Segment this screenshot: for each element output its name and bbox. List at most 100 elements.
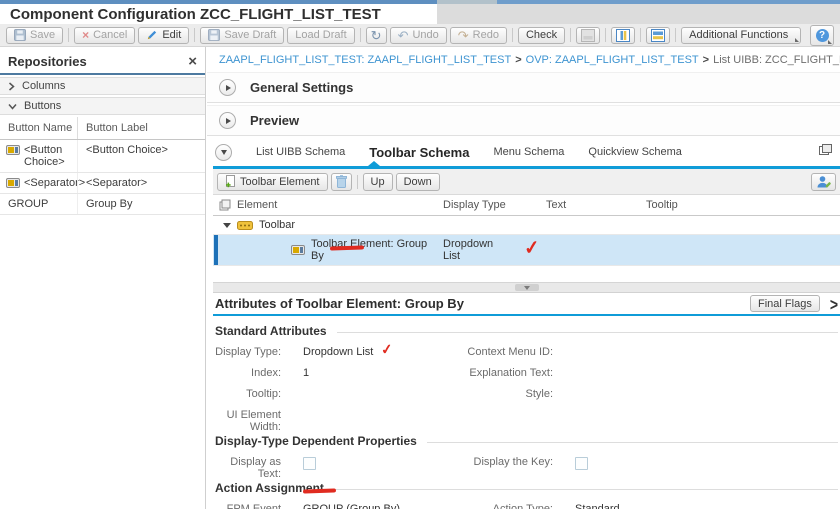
additional-functions-label: Additional Functions: [689, 29, 789, 41]
tooltip-label: Tooltip:: [246, 388, 281, 400]
add-toolbar-element-label: Toolbar Element: [240, 175, 320, 188]
check-button[interactable]: Check: [517, 26, 566, 44]
help-button[interactable]: ?: [810, 24, 834, 46]
attributes-title: Attributes of Toolbar Element: Group By: [215, 296, 464, 311]
triangle-right-icon: [226, 84, 231, 91]
display-the-key-checkbox[interactable]: [575, 457, 588, 470]
button-label: Group By: [86, 198, 133, 210]
delete-button[interactable]: [330, 172, 352, 191]
breadcrumb-link[interactable]: OVP: ZAAPL_FLIGHT_LIST_TEST: [526, 54, 699, 66]
additional-functions-button[interactable]: Additional Functions: [681, 26, 802, 44]
load-draft-button[interactable]: Load Draft: [287, 26, 355, 44]
attributes-body: Standard Attributes Display Type: Dropdo…: [207, 324, 840, 509]
undo-icon: ↶: [397, 27, 409, 43]
redo-button[interactable]: ↷ Redo: [449, 26, 507, 44]
edit-pencil-icon: [146, 29, 158, 41]
standard-attributes-group: Standard Attributes: [213, 324, 840, 338]
toolbar-separator: [356, 174, 358, 189]
section-title: General Settings: [250, 80, 354, 95]
display-type-properties-group: Display-Type Dependent Properties: [213, 434, 840, 448]
next-chevron-icon[interactable]: >: [830, 294, 838, 314]
display-the-key-label: Display the Key:: [473, 456, 553, 468]
display-as-text-label: Display as Text:: [230, 456, 281, 480]
expand-button[interactable]: [219, 112, 236, 129]
final-flags-label: Final Flags: [758, 297, 812, 310]
save-draft-button[interactable]: Save Draft: [200, 26, 285, 44]
buttons-section-header[interactable]: Buttons: [0, 97, 205, 115]
columns-section-label: Columns: [22, 80, 66, 92]
move-up-label: Up: [370, 175, 385, 188]
repository-table-header: Button Name Button Label: [0, 117, 205, 140]
close-icon[interactable]: ×: [188, 54, 197, 69]
standard-attributes-grid: Display Type: Dropdown List ✓ Context Me…: [213, 340, 840, 433]
layout-vertical-split-button[interactable]: [611, 26, 636, 44]
group-rule: [336, 332, 838, 333]
title-bar-spacer: [437, 4, 840, 24]
toolbar-separator: [605, 28, 607, 42]
table-row[interactable]: <Button Choice> <Button Choice>: [0, 140, 205, 173]
move-down-button[interactable]: Down: [395, 172, 440, 191]
table-row[interactable]: <Separator> <Separator>: [0, 173, 205, 194]
display-as-text-checkbox[interactable]: [303, 457, 316, 470]
tooltip-value: [291, 384, 460, 405]
save-label: Save: [30, 29, 56, 41]
explanation-text-value: [563, 363, 840, 384]
context-menu-id-value: [563, 342, 840, 363]
general-settings-section[interactable]: General Settings: [207, 72, 840, 103]
group-title: Standard Attributes: [215, 324, 327, 338]
tab-menu-schema[interactable]: Menu Schema: [493, 146, 564, 158]
style-value: [563, 384, 840, 405]
layout-horizontal-split-button[interactable]: [646, 26, 671, 44]
ui-element-width-label: UI Element Width:: [226, 409, 281, 433]
schema-tab-strip: List UIBB Schema Toolbar Schema Menu Sch…: [207, 138, 840, 166]
index-label: Index:: [251, 367, 281, 379]
personalize-button[interactable]: [811, 172, 836, 191]
chevron-down-icon: [8, 103, 17, 110]
edit-button[interactable]: Edit: [138, 26, 190, 44]
preview-section[interactable]: Preview: [207, 105, 840, 136]
final-flags-button[interactable]: Final Flags: [750, 295, 820, 312]
toolbar-element-icon: [291, 245, 305, 255]
person-edit-icon: [816, 175, 831, 189]
action-type-value: Standard: [575, 503, 620, 509]
triangle-down-icon: [220, 150, 227, 155]
toolbar-group-row[interactable]: Toolbar: [213, 216, 840, 235]
detach-panel-icon[interactable]: [819, 144, 832, 155]
section-title: Preview: [250, 113, 300, 128]
toolbar-strip-icon: [237, 220, 253, 230]
display-type-label: Display Type:: [215, 346, 281, 358]
tab-quickview-schema[interactable]: Quickview Schema: [588, 146, 682, 158]
toolbar-element-row-selected[interactable]: Toolbar Element: Group By Dropdown List …: [213, 235, 840, 266]
column-header-button-label: Button Label: [77, 117, 205, 139]
attributes-underline: [213, 314, 840, 316]
load-draft-label: Load Draft: [295, 29, 347, 41]
collapse-button[interactable]: [215, 143, 232, 161]
save-button[interactable]: Save: [6, 26, 64, 44]
refresh-button[interactable]: ↻: [365, 26, 387, 44]
edit-label: Edit: [162, 29, 182, 41]
breadcrumb: ZAAPL_FLIGHT_LIST_TEST: ZAAPL_FLIGHT_LIS…: [207, 47, 840, 72]
chevron-right-icon: [8, 81, 15, 91]
group-rule: [426, 442, 838, 443]
toolbar-separator: [511, 28, 513, 42]
selected-tab-underline: [213, 161, 840, 169]
repositories-title: Repositories: [8, 54, 87, 69]
undo-button[interactable]: ↶ Undo: [389, 26, 447, 44]
toolbar-separator: [570, 28, 572, 42]
breadcrumb-link[interactable]: ZAAPL_FLIGHT_LIST_TEST: ZAAPL_FLIGHT_LIS…: [219, 54, 511, 66]
splitter-handle-icon[interactable]: [514, 284, 539, 291]
breadcrumb-separator: >: [702, 53, 710, 66]
columns-section-header[interactable]: Columns: [0, 77, 205, 95]
expanded-caret-icon[interactable]: [223, 222, 231, 228]
layout-single-button[interactable]: [576, 26, 601, 44]
tab-list-uibb-schema[interactable]: List UIBB Schema: [256, 146, 345, 158]
expand-button[interactable]: [219, 79, 236, 96]
add-toolbar-element-button[interactable]: Toolbar Element: [217, 172, 328, 191]
table-row[interactable]: GROUP Group By: [0, 194, 205, 215]
horizontal-splitter[interactable]: [213, 282, 840, 293]
cancel-button[interactable]: × Cancel: [74, 26, 136, 44]
save-draft-icon: [208, 29, 221, 41]
move-down-label: Down: [403, 175, 432, 188]
tab-toolbar-schema[interactable]: Toolbar Schema: [369, 145, 469, 160]
move-up-button[interactable]: Up: [362, 172, 393, 191]
